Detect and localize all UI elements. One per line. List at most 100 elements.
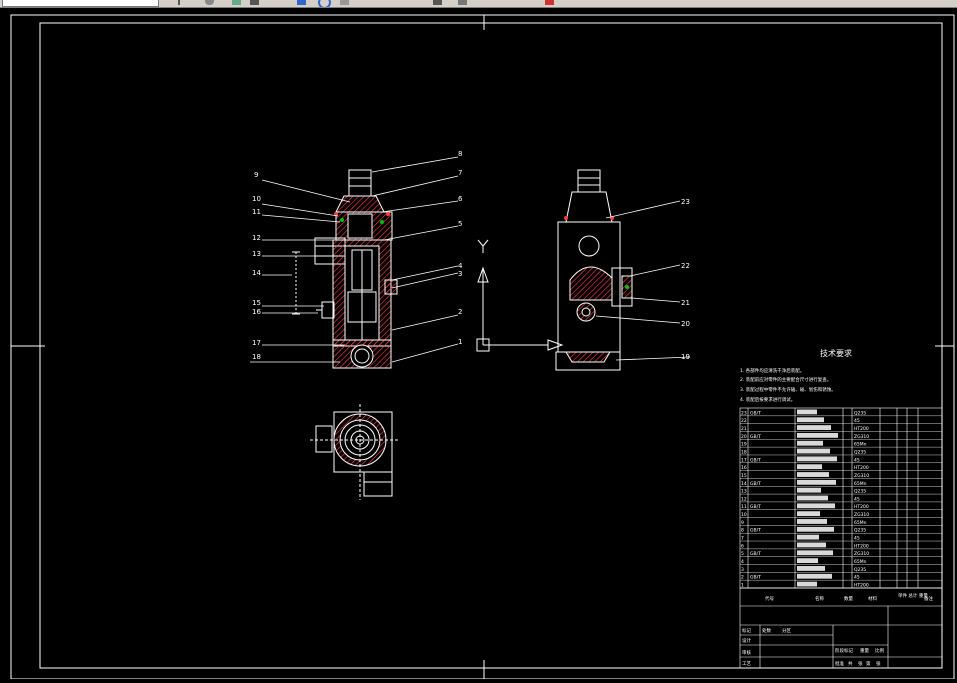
bom-name-text xyxy=(797,581,817,587)
title-block-label: 张 xyxy=(858,660,863,667)
tech-note-3: 3. 装配过程中零件不允许磕、碰、划伤和锈蚀。 xyxy=(740,386,836,393)
undo-icon[interactable] xyxy=(232,0,241,5)
bom-rows: 23 GB/T Q23522 4521 HT20020 GB/T ZG31019 65Mn18… xyxy=(740,409,942,589)
tech-note-4: 4. 装配后按要求进行调试。 xyxy=(740,396,795,403)
bom-name-text xyxy=(797,456,837,462)
title-block-label: 比例 xyxy=(875,647,884,654)
bom-material: Q235 xyxy=(854,528,866,534)
title-block-label: 批准 xyxy=(835,660,844,667)
bom-row-number: 5 xyxy=(741,551,744,557)
top-view xyxy=(310,404,400,500)
bom-code: GB/T xyxy=(750,434,761,440)
callout-8: 8 xyxy=(458,150,462,158)
bom-code: GB/T xyxy=(750,457,761,463)
title-block-label: 标记 xyxy=(742,627,751,634)
side-view xyxy=(555,169,633,371)
title-block-label: 设计 xyxy=(742,637,751,644)
tech-note-1: 1. 各部件均应清洗干净后装配。 xyxy=(740,367,804,374)
bom-name-text xyxy=(797,519,827,524)
bom-code: GB/T xyxy=(750,528,761,534)
title-block-headers: 代号 名称 数量 材料 单件 总计 重量 备注 xyxy=(765,592,933,602)
bom-material: 65Mn xyxy=(854,559,867,565)
callouts-side: 23 22 21 20 19 xyxy=(681,198,690,361)
front-section-view xyxy=(292,169,398,369)
th-qty: 数量 xyxy=(844,595,853,602)
help-icon[interactable] xyxy=(545,0,554,5)
technical-requirements: 技术要求 1. 各部件均应清洗干净后装配。 2. 装配前应对零件的主要配合尺寸进… xyxy=(740,348,852,403)
bom-name-text xyxy=(797,542,826,548)
bom-name-text xyxy=(797,573,832,579)
bom-material: Q235 xyxy=(854,410,866,416)
callout-11: 11 xyxy=(252,208,261,216)
redo-icon[interactable] xyxy=(250,0,259,5)
bom-row-number: 23 xyxy=(741,410,747,416)
title-block-label: 第 xyxy=(866,660,871,667)
callout-7: 7 xyxy=(458,169,462,177)
zoom-icon[interactable] xyxy=(297,0,306,5)
bom-code: GB/T xyxy=(750,410,761,416)
bom-material: ZG310 xyxy=(854,473,869,479)
bom-material: 65Mn xyxy=(854,442,867,448)
th-name: 名称 xyxy=(815,595,824,602)
callout-18: 18 xyxy=(252,353,261,361)
bom-material: HT200 xyxy=(854,543,869,549)
bom-row-number: 15 xyxy=(741,473,747,479)
bom-material: ZG310 xyxy=(854,512,869,518)
bom-name-text xyxy=(797,479,836,485)
th-material: 材料 xyxy=(868,595,877,602)
bom-material: 45 xyxy=(854,418,860,424)
callout-13: 13 xyxy=(252,250,261,258)
bom-code: GB/T xyxy=(750,551,761,557)
bom-row-number: 10 xyxy=(741,512,747,518)
callouts-left: 9 10 11 12 13 14 15 16 17 18 xyxy=(252,171,261,361)
properties-icon[interactable] xyxy=(433,0,442,5)
bom-name-text xyxy=(797,448,830,454)
bom-code: GB/T xyxy=(750,481,761,487)
title-block-label: 审核 xyxy=(742,649,751,656)
title-block-label: 共 xyxy=(848,660,853,667)
callout-1: 1 xyxy=(458,338,462,346)
bom-name-text xyxy=(797,503,835,509)
tech-note-2: 2. 装配前应对零件的主要配合尺寸进行复查。 xyxy=(740,376,831,383)
bom-table xyxy=(739,407,943,589)
bom-name-text xyxy=(797,534,819,540)
callout-9: 9 xyxy=(254,171,258,179)
bom-code: GB/T xyxy=(750,504,761,510)
open-icon[interactable] xyxy=(178,0,189,5)
bom-row-number: 19 xyxy=(741,442,747,448)
drawing-canvas[interactable]: 9 10 11 12 13 14 15 16 17 18 8 7 6 5 4 3… xyxy=(0,8,957,680)
save-icon[interactable] xyxy=(205,0,214,5)
layer-icon[interactable] xyxy=(340,0,349,5)
bom-material: 45 xyxy=(854,575,860,581)
bom-row-number: 18 xyxy=(741,449,747,455)
bom-name-text xyxy=(797,511,820,517)
title-block-label: 工艺 xyxy=(742,661,751,667)
bom-row-number: 1 xyxy=(741,583,744,589)
bom-row-number: 2 xyxy=(741,575,744,581)
callout-12: 12 xyxy=(252,234,261,242)
bom-name-text xyxy=(797,425,831,430)
bom-row-number: 9 xyxy=(741,520,744,526)
callout-3: 3 xyxy=(458,270,462,278)
bom-row-number: 13 xyxy=(741,489,747,495)
title-block-label: 处数 xyxy=(762,627,771,634)
bom-name-text xyxy=(797,526,834,532)
bom-name-text xyxy=(797,550,833,556)
callout-10: 10 xyxy=(252,195,261,203)
callout-20: 20 xyxy=(681,320,690,328)
pan-icon[interactable] xyxy=(318,0,331,7)
bom-row-number: 17 xyxy=(741,457,747,463)
bom-material: HT200 xyxy=(854,583,869,589)
callout-21: 21 xyxy=(681,299,690,307)
print-icon[interactable] xyxy=(458,0,467,5)
toolbar xyxy=(0,0,957,8)
bom-row-number: 11 xyxy=(741,504,747,510)
th-remark: 备注 xyxy=(924,595,933,602)
layer-combo[interactable] xyxy=(2,0,159,7)
bom-material: HT200 xyxy=(854,465,869,471)
bom-row-number: 21 xyxy=(741,426,747,432)
bom-row-number: 16 xyxy=(741,465,747,471)
bom-material: HT200 xyxy=(854,504,869,510)
bom-material: Q235 xyxy=(854,489,866,495)
title-block-label: 分区 xyxy=(782,627,791,634)
